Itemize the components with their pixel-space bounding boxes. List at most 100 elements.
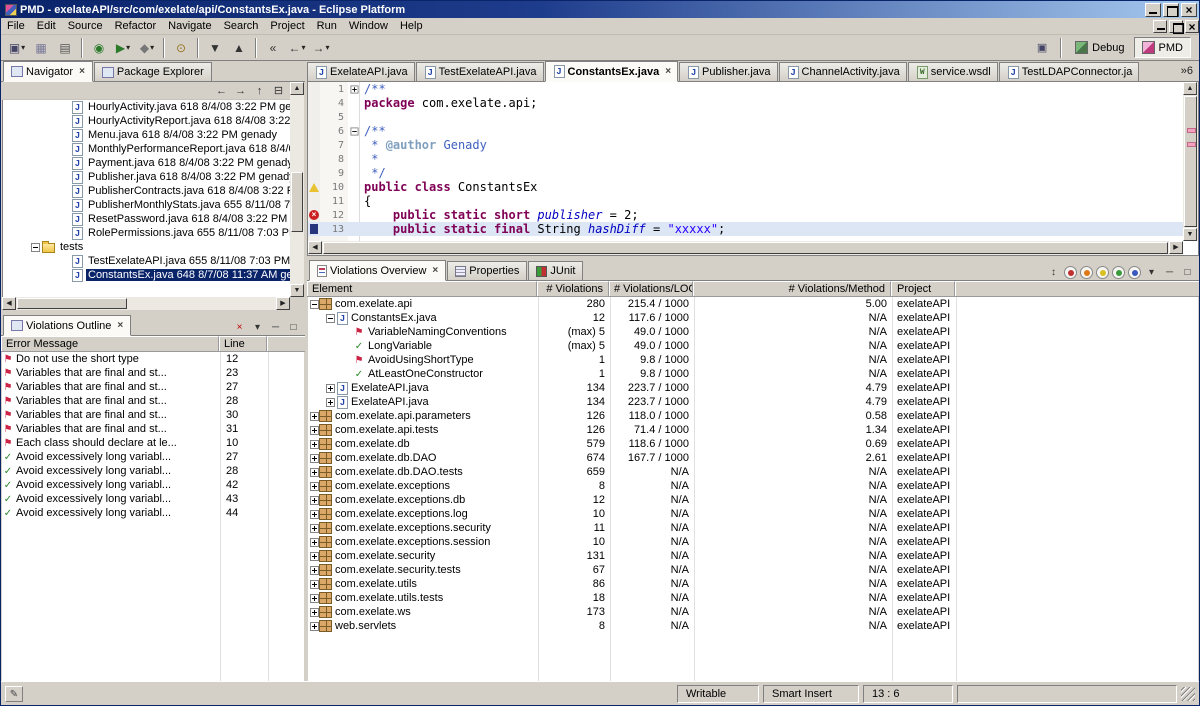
- child-minimize-button[interactable]: [1153, 20, 1167, 33]
- tree-item[interactable]: JConstantsEx.java 648 8/7/08 11:37 AM ge…: [3, 268, 290, 282]
- close-icon[interactable]: ×: [79, 66, 85, 77]
- tree-item[interactable]: JMenu.java 618 8/4/08 3:22 PM genady: [3, 128, 290, 142]
- fast-view-icon[interactable]: ✎: [5, 686, 23, 702]
- remove-violation-button[interactable]: ×: [231, 320, 248, 335]
- maximize-button[interactable]: □: [285, 320, 302, 335]
- tree-item[interactable]: JPublisherMonthlyStats.java 655 8/11/08 …: [3, 198, 290, 212]
- code-area[interactable]: 1/**4package com.exelate.api;56/**7 * @a…: [308, 82, 1183, 241]
- minimize-button[interactable]: ─: [267, 320, 284, 335]
- overview-row[interactable]: JExelateAPI.java134223.7 / 10004.79exela…: [308, 395, 1198, 409]
- title-bar[interactable]: PMD - exelateAPI/src/com/exelate/api/Con…: [1, 1, 1199, 18]
- priority-filter-4-button[interactable]: [1112, 266, 1125, 279]
- column-header-error-message[interactable]: Error Message: [1, 336, 219, 351]
- expand-plus-icon[interactable]: [310, 566, 319, 575]
- fold-minus-icon[interactable]: [348, 127, 360, 136]
- violation-row[interactable]: ⚑Each class should declare at le...10: [2, 436, 304, 450]
- overview-row[interactable]: com.exelate.exceptions.db12N/AN/Aexelate…: [308, 493, 1198, 507]
- save-button[interactable]: ▦: [30, 37, 52, 59]
- scroll-thumb[interactable]: [17, 298, 127, 309]
- violation-row[interactable]: ⚑Do not use the short type12: [2, 352, 304, 366]
- tab-package-explorer[interactable]: Package Explorer: [94, 62, 212, 81]
- expand-plus-icon[interactable]: [310, 510, 319, 519]
- new-wizard-button[interactable]: ▣▾: [6, 37, 28, 59]
- violation-row[interactable]: ✓Avoid excessively long variabl...43: [2, 492, 304, 506]
- menu-window[interactable]: Window: [343, 19, 394, 33]
- expand-minus-icon[interactable]: [326, 314, 335, 323]
- tree-item[interactable]: JMonthlyPerformanceReport.java 618 8/4/0…: [3, 142, 290, 156]
- tree-item[interactable]: JPublisher.java 618 8/4/08 3:22 PM genad…: [3, 170, 290, 184]
- close-icon[interactable]: ×: [432, 265, 438, 276]
- tree-item[interactable]: JHourlyActivity.java 618 8/4/08 3:22 PM …: [3, 100, 290, 114]
- column-header-violations-loc[interactable]: # Violations/LOC: [609, 281, 693, 296]
- java-editor[interactable]: 1/**4package com.exelate.api;56/**7 * @a…: [307, 82, 1199, 256]
- column-header-violations-method[interactable]: # Violations/Method: [693, 281, 891, 296]
- expand-plus-icon[interactable]: [310, 524, 319, 533]
- scroll-thumb[interactable]: [291, 172, 303, 232]
- forward-button[interactable]: →▾: [310, 37, 332, 59]
- collapse-all-button[interactable]: ⊟: [269, 83, 288, 99]
- tab-junit[interactable]: JUnit: [528, 261, 583, 280]
- expand-collapse-button[interactable]: ↕: [1045, 265, 1062, 280]
- expand-plus-icon[interactable]: [310, 426, 319, 435]
- annotation-mark[interactable]: [1187, 128, 1196, 133]
- scroll-up-icon[interactable]: ▲: [1183, 82, 1197, 95]
- column-header-project[interactable]: Project: [891, 281, 955, 296]
- open-perspective-button[interactable]: ▣: [1031, 37, 1053, 59]
- violation-row[interactable]: ⚑Variables that are final and st...31: [2, 422, 304, 436]
- maximize-button[interactable]: [1163, 3, 1179, 17]
- search-button[interactable]: ⊙: [170, 37, 192, 59]
- scroll-down-icon[interactable]: ▼: [1183, 228, 1197, 241]
- overview-row[interactable]: com.exelate.utils86N/AN/AexelateAPI: [308, 577, 1198, 591]
- overview-row[interactable]: com.exelate.db.DAO.tests659N/AN/Aexelate…: [308, 465, 1198, 479]
- expand-plus-icon[interactable]: [310, 468, 319, 477]
- editor-vertical-scrollbar[interactable]: ▲ ▼: [1183, 82, 1198, 241]
- close-icon[interactable]: ×: [117, 320, 123, 331]
- column-header-violations[interactable]: # Violations: [537, 281, 609, 296]
- overview-row[interactable]: JConstantsEx.java12117.6 / 1000N/Aexelat…: [308, 311, 1198, 325]
- tree-item[interactable]: JPublisherContracts.java 618 8/4/08 3:22…: [3, 184, 290, 198]
- overview-row[interactable]: com.exelate.utils.tests18N/AN/AexelateAP…: [308, 591, 1198, 605]
- violation-row[interactable]: ⚑Variables that are final and st...30: [2, 408, 304, 422]
- violation-row[interactable]: ⚑Variables that are final and st...23: [2, 366, 304, 380]
- tab-navigator[interactable]: Navigator×: [3, 61, 93, 82]
- resize-grip[interactable]: [1181, 687, 1195, 701]
- scroll-left-icon[interactable]: ◀: [308, 241, 322, 254]
- tree-item[interactable]: JPayment.java 618 8/4/08 3:22 PM genady: [3, 156, 290, 170]
- back-button[interactable]: ←▾: [286, 37, 308, 59]
- expand-plus-icon[interactable]: [310, 412, 319, 421]
- menu-help[interactable]: Help: [394, 19, 429, 33]
- overview-row[interactable]: ⚑VariableNamingConventions(max) 549.0 / …: [308, 325, 1198, 339]
- violation-row[interactable]: ✓Avoid excessively long variabl...27: [2, 450, 304, 464]
- overview-row[interactable]: com.exelate.security131N/AN/AexelateAPI: [308, 549, 1198, 563]
- expand-plus-icon[interactable]: [326, 384, 335, 393]
- violation-row[interactable]: ✓Avoid excessively long variabl...28: [2, 464, 304, 478]
- print-button[interactable]: ▤: [54, 37, 76, 59]
- priority-filter-2-button[interactable]: [1080, 266, 1093, 279]
- scroll-left-icon[interactable]: ◀: [2, 297, 16, 310]
- tree-item[interactable]: JRolePermissions.java 655 8/11/08 7:03 P…: [3, 226, 290, 240]
- expand-plus-icon[interactable]: [310, 538, 319, 547]
- close-icon[interactable]: ×: [665, 66, 671, 77]
- perspective-debug-button[interactable]: Debug: [1068, 37, 1131, 58]
- tab-properties[interactable]: Properties: [447, 261, 527, 280]
- view-menu-button[interactable]: ▾: [249, 320, 266, 335]
- overview-row[interactable]: com.exelate.ws173N/AN/AexelateAPI: [308, 605, 1198, 619]
- expand-minus-icon[interactable]: [31, 243, 40, 252]
- overview-row[interactable]: com.exelate.security.tests67N/AN/Aexelat…: [308, 563, 1198, 577]
- scroll-thumb[interactable]: [1184, 96, 1197, 227]
- expand-plus-icon[interactable]: [310, 552, 319, 561]
- editor-tab-exelateapi-java[interactable]: JExelateAPI.java: [307, 62, 415, 81]
- editor-tab-service-wsdl[interactable]: Wservice.wsdl: [908, 62, 998, 81]
- overview-row[interactable]: ⚑AvoidUsingShortType19.8 / 1000N/Aexelat…: [308, 353, 1198, 367]
- editor-horizontal-scrollbar[interactable]: ◀ ▶: [308, 241, 1183, 255]
- menu-run[interactable]: Run: [311, 19, 343, 33]
- navigator-horizontal-scrollbar[interactable]: ◀ ▶: [2, 297, 290, 310]
- scroll-right-icon[interactable]: ▶: [276, 297, 290, 310]
- editor-tab-channelactivity-java[interactable]: JChannelActivity.java: [779, 62, 907, 81]
- expand-plus-icon[interactable]: [310, 496, 319, 505]
- tree-item[interactable]: JHourlyActivityReport.java 618 8/4/08 3:…: [3, 114, 290, 128]
- up-button[interactable]: ↑: [250, 83, 269, 99]
- overview-row[interactable]: JExelateAPI.java134223.7 / 10004.79exela…: [308, 381, 1198, 395]
- tab-violations-outline[interactable]: Violations Outline×: [3, 315, 131, 336]
- column-header-line[interactable]: Line: [219, 336, 267, 351]
